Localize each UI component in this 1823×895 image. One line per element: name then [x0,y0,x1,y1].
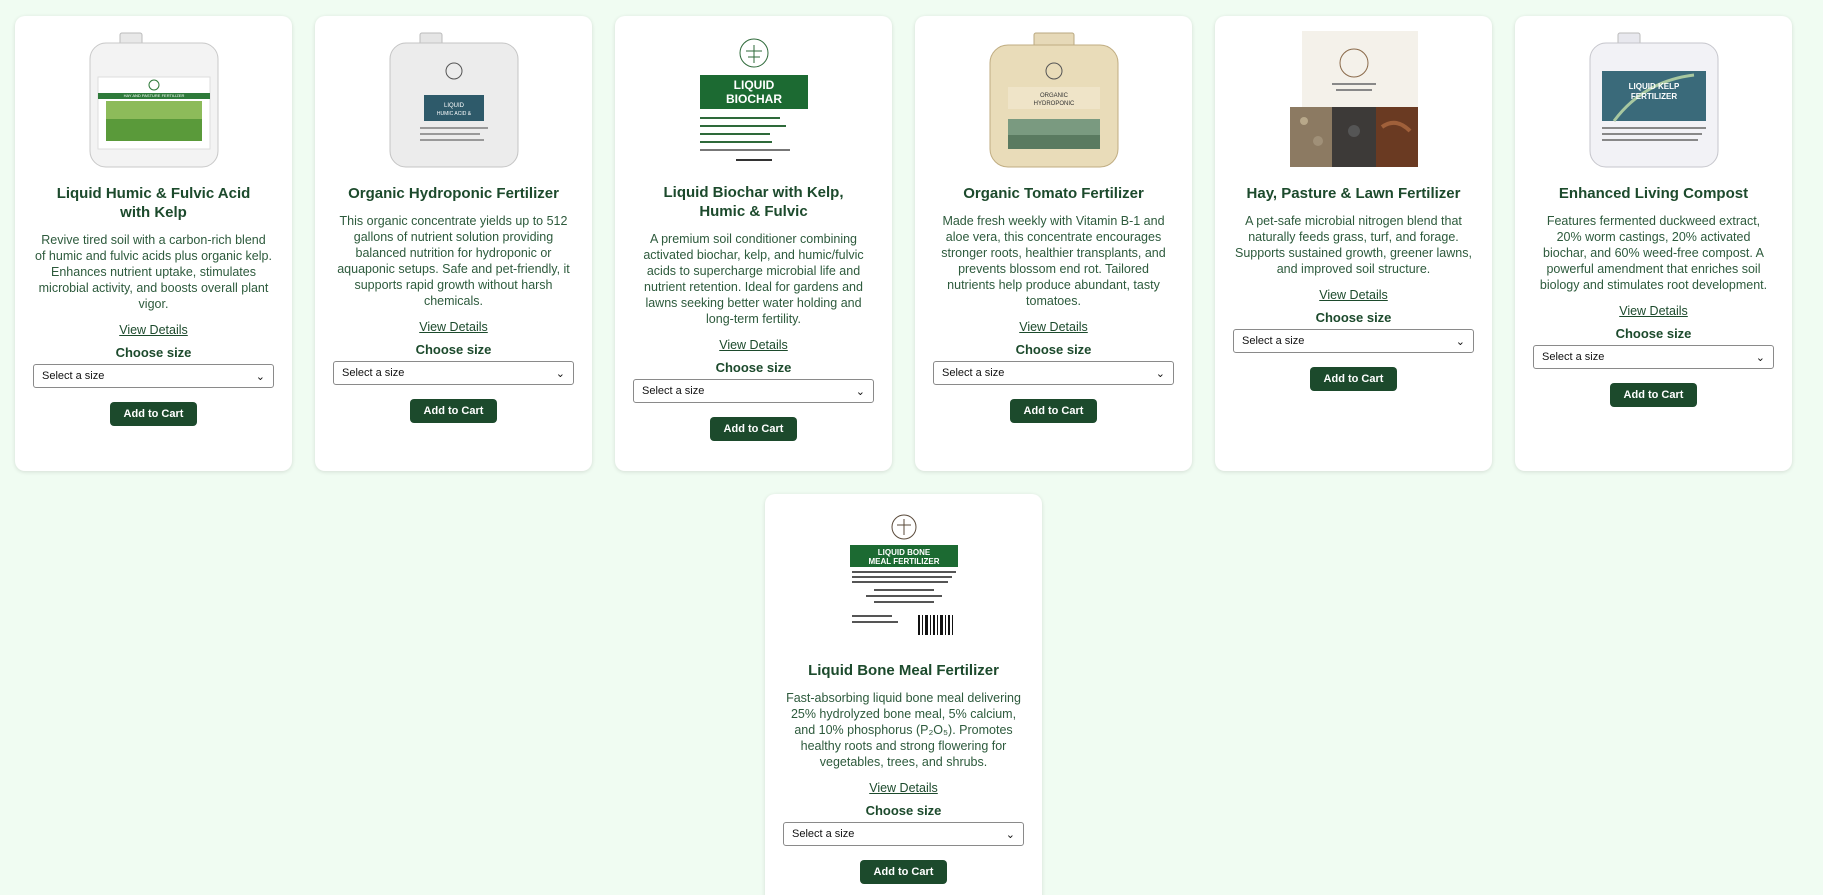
choose-size-label: Choose size [415,342,492,357]
product-title: Enhanced Living Compost [1558,185,1749,202]
product-image: HAY AND PASTURE FERTILIZER [79,30,229,170]
product-description: This organic concentrate yields up to 51… [337,214,570,308]
choose-size-label: Choose size [715,360,792,376]
size-select-value: Select a size [342,367,405,379]
product-title: Liquid Bone Meal Fertilizer [808,662,999,680]
svg-text:FERTILIZER: FERTILIZER [1630,92,1676,101]
product-title: Liquid Humic & Fulvic Acid with Kelp [56,185,251,221]
product-card: ORGANIC HYDROPONIC Organic Tomato Fertil… [915,16,1192,471]
size-select[interactable]: Select a size ⌄ [633,379,874,403]
product-card: LIQUID HUMIC ACID & Organic Hydroponic F… [315,16,592,471]
size-select[interactable]: Select a size ⌄ [33,364,274,388]
product-description: Fast-absorbing liquid bone meal deliveri… [786,691,1021,770]
chevron-down-icon: ⌄ [555,367,565,380]
product-title: Liquid Biochar with Kelp, Humic & Fulvic [663,184,844,221]
product-description: Features fermented duckweed extract, 20%… [1539,214,1768,292]
svg-text:HUMIC ACID &: HUMIC ACID & [436,111,471,117]
view-details-link[interactable]: View Details [1019,320,1088,334]
size-select-value: Select a size [1542,351,1605,363]
choose-size-label: Choose size [865,803,942,819]
add-to-cart-button[interactable]: Add to Cart [859,860,948,884]
chevron-down-icon: ⌄ [855,385,865,398]
product-image: LIQUID HUMIC ACID & [379,30,529,170]
view-details-link[interactable]: View Details [1619,304,1688,318]
product-title: Organic Tomato Fertilizer [963,185,1144,202]
size-select[interactable]: Select a size ⌄ [783,822,1024,846]
product-card: HAY AND PASTURE FERTILIZER Liquid Humic … [15,16,292,471]
view-details-link[interactable]: View Details [719,338,788,352]
product-image: ORGANIC HYDROPONIC [979,30,1129,170]
size-select[interactable]: Select a size ⌄ [333,361,574,385]
chevron-down-icon: ⌄ [1755,351,1765,364]
size-select-value: Select a size [1242,335,1305,347]
product-image: LIQUID BIOCHAR [679,30,829,169]
choose-size-label: Choose size [1615,326,1692,341]
product-grid: HAY AND PASTURE FERTILIZER Liquid Humic … [15,16,1793,895]
product-image [1279,30,1429,170]
product-card: LIQUID BONE MEAL FERTILIZER Liquid Bone … [765,494,1042,895]
view-details-link[interactable]: View Details [869,781,938,795]
size-select-value: Select a size [942,367,1005,379]
svg-text:LIQUID BONE: LIQUID BONE [877,548,930,557]
svg-text:HYDROPONIC: HYDROPONIC [1033,101,1074,107]
product-description: Made fresh weekly with Vitamin B-1 and a… [941,214,1166,308]
add-to-cart-button[interactable]: Add to Cart [409,399,498,423]
product-title: Organic Hydroponic Fertilizer [348,185,559,202]
size-select[interactable]: Select a size ⌄ [1533,345,1774,369]
product-card: LIQUID KELP FERTILIZER Enhanced Living C… [1515,16,1792,471]
view-details-link[interactable]: View Details [119,323,188,337]
size-select-value: Select a size [42,370,105,382]
svg-text:HAY AND PASTURE FERTILIZER: HAY AND PASTURE FERTILIZER [123,93,184,98]
size-select-value: Select a size [792,828,855,841]
add-to-cart-button[interactable]: Add to Cart [1309,367,1398,391]
size-select-value: Select a size [642,385,705,398]
view-details-link[interactable]: View Details [419,320,488,334]
add-to-cart-button[interactable]: Add to Cart [109,402,198,426]
add-to-cart-button[interactable]: Add to Cart [1009,399,1098,423]
svg-text:LIQUID: LIQUID [443,103,464,109]
add-to-cart-button[interactable]: Add to Cart [709,417,798,441]
product-description: A pet-safe microbial nitrogen blend that… [1235,214,1472,276]
product-card: LIQUID BIOCHAR Liquid Biochar with Kelp,… [615,16,892,471]
product-description: A premium soil conditioner combining act… [643,232,864,327]
size-select[interactable]: Select a size ⌄ [1233,329,1474,353]
choose-size-label: Choose size [115,345,192,360]
product-image: LIQUID BONE MEAL FERTILIZER [829,508,979,647]
chevron-down-icon: ⌄ [255,370,265,383]
svg-text:MEAL FERTILIZER: MEAL FERTILIZER [868,557,939,566]
product-title: Hay, Pasture & Lawn Fertilizer [1246,185,1461,202]
view-details-link[interactable]: View Details [1319,288,1388,302]
svg-text:LIQUID: LIQUID [733,78,774,92]
add-to-cart-button[interactable]: Add to Cart [1609,383,1698,407]
product-description: Revive tired soil with a carbon-rich ble… [35,233,272,311]
product-card: Hay, Pasture & Lawn Fertilizer A pet-saf… [1215,16,1492,471]
chevron-down-icon: ⌄ [1155,367,1165,380]
svg-text:BIOCHAR: BIOCHAR [726,92,782,106]
svg-text:ORGANIC: ORGANIC [1039,93,1068,99]
choose-size-label: Choose size [1315,310,1392,325]
svg-text:LIQUID KELP: LIQUID KELP [1628,82,1679,91]
product-image: LIQUID KELP FERTILIZER [1579,30,1729,170]
chevron-down-icon: ⌄ [1005,828,1015,841]
choose-size-label: Choose size [1015,342,1092,357]
chevron-down-icon: ⌄ [1455,335,1465,348]
size-select[interactable]: Select a size ⌄ [933,361,1174,385]
